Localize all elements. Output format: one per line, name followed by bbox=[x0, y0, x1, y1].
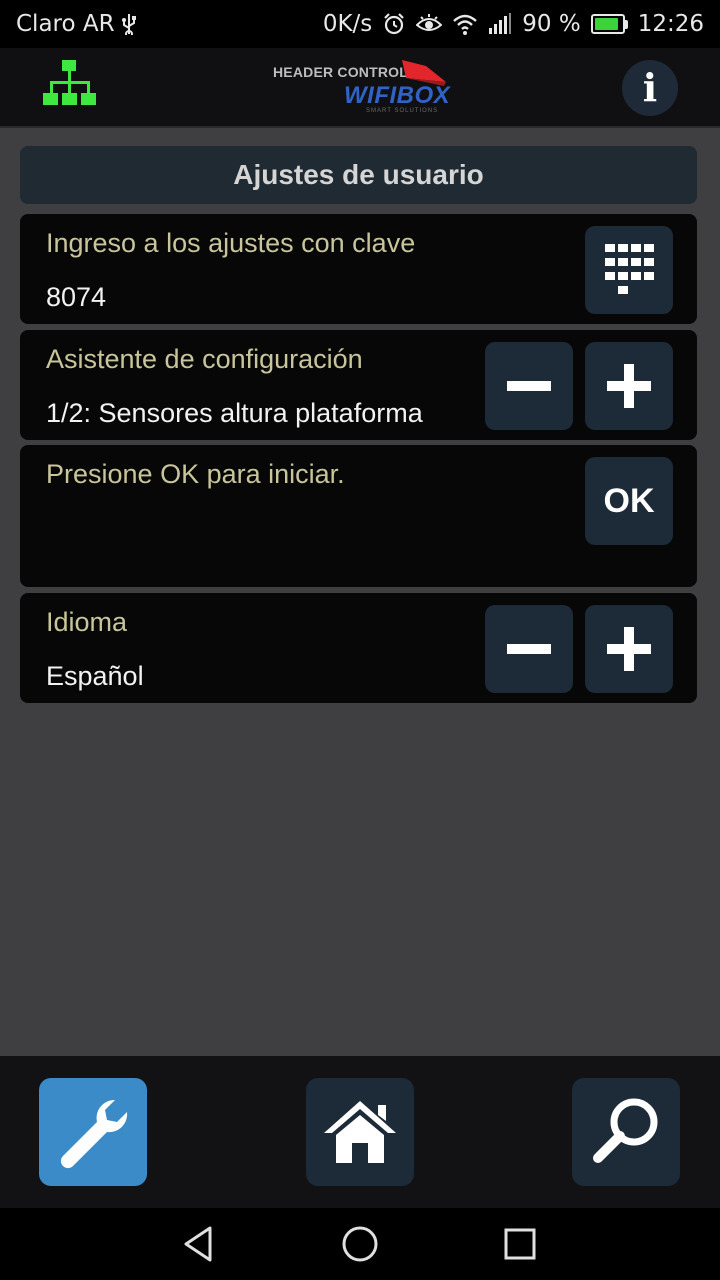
recents-icon[interactable] bbox=[500, 1224, 540, 1264]
ok-button[interactable]: OK bbox=[585, 457, 673, 545]
wifibox-logo: HEADER CONTROL WIFIBOX smart solutions bbox=[270, 58, 450, 118]
back-icon[interactable] bbox=[180, 1224, 220, 1264]
clock: 12:26 bbox=[637, 11, 704, 37]
wizard-plus-button[interactable] bbox=[585, 342, 673, 430]
usb-icon bbox=[121, 13, 137, 35]
info-button[interactable]: i bbox=[622, 60, 678, 116]
network-icon[interactable] bbox=[40, 58, 100, 118]
wizard-setting-card: Asistente de configuración 1/2: Sensores… bbox=[20, 330, 697, 440]
page-title: Ajustes de usuario bbox=[20, 146, 697, 204]
bottom-nav bbox=[0, 1056, 720, 1208]
home-icon bbox=[324, 1101, 396, 1163]
wizard-minus-button[interactable] bbox=[485, 342, 573, 430]
battery-icon bbox=[590, 14, 628, 34]
network-speed: 0K/s bbox=[322, 11, 373, 37]
keypad-button[interactable] bbox=[585, 226, 673, 314]
nav-home-button[interactable] bbox=[306, 1078, 414, 1186]
app-header: HEADER CONTROL WIFIBOX smart solutions i bbox=[0, 48, 720, 128]
info-icon: i bbox=[642, 65, 658, 110]
logo-header-text: HEADER CONTROL bbox=[273, 64, 409, 80]
signal-icon bbox=[488, 13, 512, 35]
status-bar: Claro AR 0K/s 90 % 12:26 bbox=[0, 0, 720, 48]
password-setting-card: Ingreso a los ajustes con clave 8074 bbox=[20, 214, 697, 324]
start-wizard-label: Presione OK para iniciar. bbox=[46, 459, 345, 489]
carrier-name: Claro AR bbox=[16, 11, 115, 37]
nav-settings-button[interactable] bbox=[39, 1078, 147, 1186]
plus-icon bbox=[607, 627, 651, 671]
language-setting-value: Español bbox=[46, 661, 144, 691]
logo-tagline: smart solutions bbox=[366, 108, 439, 114]
eye-icon bbox=[416, 13, 443, 35]
plus-icon bbox=[607, 364, 651, 408]
home-circle-icon[interactable] bbox=[340, 1224, 380, 1264]
password-setting-label: Ingreso a los ajustes con clave bbox=[46, 228, 416, 258]
language-setting-card: Idioma Español bbox=[20, 593, 697, 703]
logo-brand-text: WIFIBOX bbox=[344, 82, 451, 109]
minus-icon bbox=[507, 644, 551, 654]
language-setting-label: Idioma bbox=[46, 607, 128, 637]
wrench-icon bbox=[60, 1099, 128, 1169]
wizard-setting-label: Asistente de configuración bbox=[46, 344, 363, 374]
keypad-icon bbox=[605, 244, 654, 294]
minus-icon bbox=[507, 381, 551, 391]
ok-button-label: OK bbox=[603, 481, 655, 520]
password-setting-value: 8074 bbox=[46, 282, 107, 312]
language-plus-button[interactable] bbox=[585, 605, 673, 693]
alarm-icon bbox=[382, 12, 406, 36]
start-wizard-card: Presione OK para iniciar. OK bbox=[20, 445, 697, 587]
battery-percent: 90 % bbox=[522, 11, 581, 37]
wifi-icon bbox=[452, 13, 478, 35]
language-minus-button[interactable] bbox=[485, 605, 573, 693]
search-icon bbox=[593, 1098, 658, 1163]
system-nav bbox=[0, 1208, 720, 1280]
wizard-setting-value: 1/2: Sensores altura plataforma bbox=[46, 398, 423, 428]
nav-search-button[interactable] bbox=[572, 1078, 680, 1186]
